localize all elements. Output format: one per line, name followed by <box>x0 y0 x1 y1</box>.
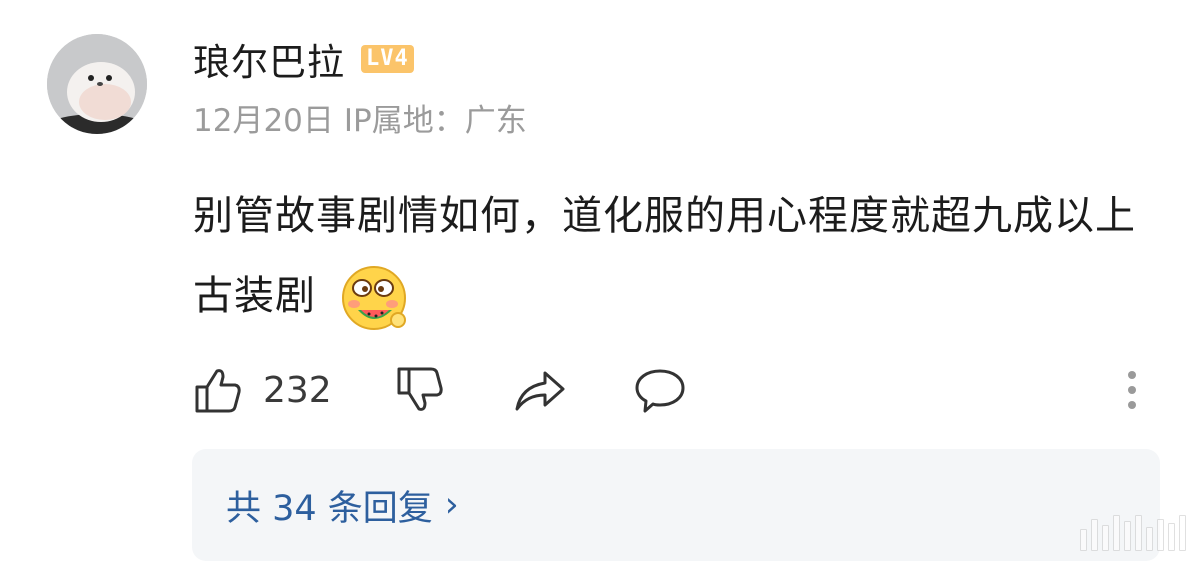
like-button[interactable]: 232 <box>193 362 332 418</box>
like-count: 232 <box>263 369 332 411</box>
avatar[interactable] <box>47 34 147 134</box>
ip-location: IP属地：广东 <box>343 103 527 139</box>
level-badge: LV4 <box>361 45 414 73</box>
dislike-button[interactable] <box>395 362 445 418</box>
eating-watermelon-emoji-icon <box>340 264 408 332</box>
watermark-logo <box>1080 515 1186 551</box>
more-options-button[interactable] <box>1125 362 1139 418</box>
comment-date: 12月20日 <box>193 103 334 139</box>
thumbs-down-icon <box>397 367 443 411</box>
share-arrow-icon <box>515 371 565 411</box>
comment-text-block: 别管故事剧情如何，道化服的用心程度就超九成以上古装剧 <box>193 176 1158 336</box>
user-header: 琅尔巴拉 LV4 <box>193 33 414 85</box>
replies-panel: 共 34 条回复 › <box>192 449 1160 561</box>
comment-bubble-icon <box>635 369 685 413</box>
chevron-right-icon: › <box>444 485 459 525</box>
username[interactable]: 琅尔巴拉 <box>193 32 345 86</box>
view-replies-link[interactable]: 共 34 条回复 › <box>226 449 459 561</box>
share-button[interactable] <box>513 362 567 418</box>
comment-text: 别管故事剧情如何，道化服的用心程度就超九成以上古装剧 <box>193 193 1136 319</box>
comment-actions: 232 <box>193 362 1153 418</box>
reply-button[interactable] <box>633 362 687 418</box>
comment-meta: 12月20日 IP属地：广东 <box>193 95 527 140</box>
white-bird-avatar-icon <box>47 34 147 134</box>
more-vertical-icon <box>1128 371 1136 409</box>
replies-count-label: 共 34 条回复 <box>226 488 433 529</box>
thumbs-up-icon <box>195 369 241 413</box>
